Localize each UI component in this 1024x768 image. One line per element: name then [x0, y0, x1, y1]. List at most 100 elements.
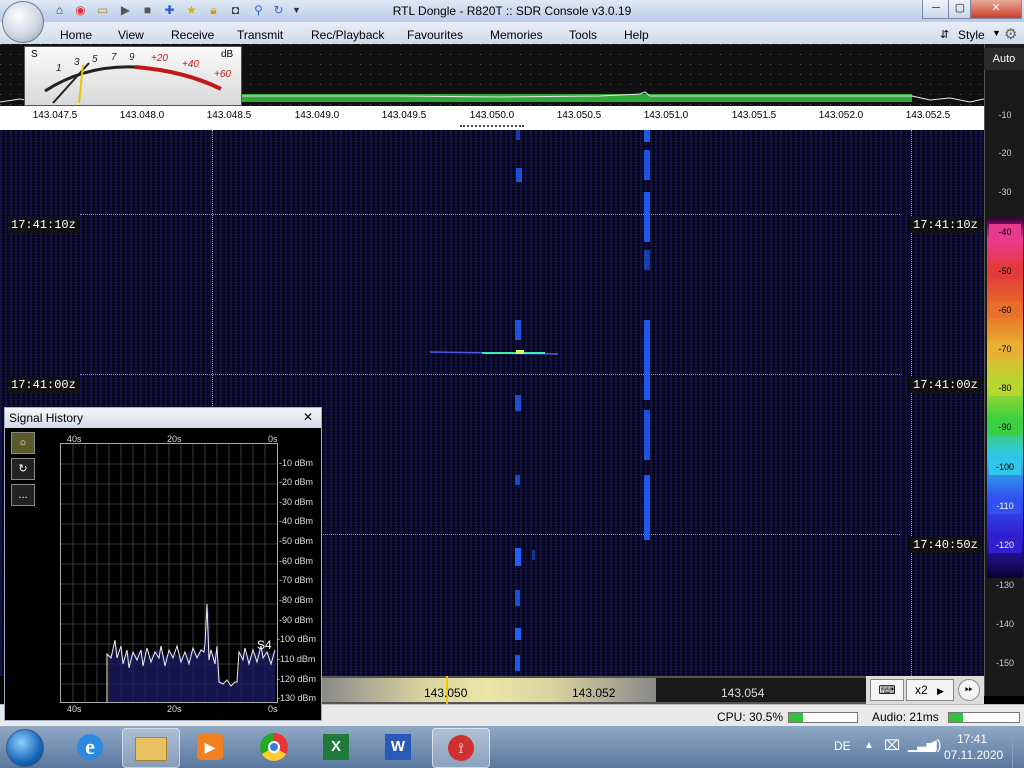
- sh-db-label: -90 dBm: [279, 615, 314, 625]
- style-menu[interactable]: Style: [958, 28, 985, 42]
- freq-tick: 143.051.0: [643, 110, 689, 121]
- tray-expand-icon[interactable]: ▲: [864, 740, 874, 751]
- minimize-button[interactable]: ─: [922, 0, 950, 19]
- show-desktop-button[interactable]: [1012, 726, 1024, 768]
- dropdown-icon[interactable]: ▼: [289, 3, 304, 18]
- app-menu-orb[interactable]: [2, 1, 44, 43]
- folder-icon[interactable]: ▭: [95, 3, 110, 18]
- fast-forward-icon[interactable]: ⏩︎: [958, 679, 980, 701]
- sh-db-label: -10 dBm: [279, 458, 314, 468]
- sh-db-label: -50 dBm: [279, 536, 314, 546]
- sh-db-label: -110 dBm: [277, 654, 316, 664]
- sh-db-label: -40 dBm: [279, 516, 314, 526]
- signal-history-chart: S4: [60, 443, 278, 703]
- file-explorer-icon[interactable]: [122, 728, 180, 768]
- signal-history-close-button[interactable]: ✕: [303, 410, 313, 424]
- media-player-icon[interactable]: ▶: [182, 728, 238, 766]
- play-icon: ▶: [937, 686, 944, 696]
- start-button[interactable]: [6, 729, 44, 767]
- freq-tick: 143.048.5: [206, 110, 252, 121]
- menu-favourites[interactable]: Favourites: [407, 28, 463, 42]
- internet-explorer-icon[interactable]: e: [62, 728, 118, 766]
- sh-db-label: -80 dBm: [279, 595, 314, 605]
- db-scale-panel[interactable]: -10 -20 -30 -40 -50 -60 -70 -80 -90 -100…: [984, 44, 1024, 696]
- menu-home[interactable]: Home: [60, 28, 92, 42]
- s-scale-3: 3: [74, 57, 80, 68]
- signal-history-title: Signal History: [9, 411, 84, 425]
- clock-date[interactable]: 07.11.2020: [944, 748, 1003, 762]
- sh-time-label: 0s: [268, 704, 278, 714]
- loop-icon[interactable]: ↻: [271, 3, 286, 18]
- cpu-meter: [788, 712, 858, 723]
- sh-db-label: -100 dBm: [277, 634, 317, 644]
- gear-icon[interactable]: ⚙: [1004, 25, 1017, 43]
- db-chip: -100: [989, 459, 1021, 475]
- menu-tools[interactable]: Tools: [569, 28, 597, 42]
- stop-icon[interactable]: ■: [140, 3, 155, 18]
- freq-tick: 143.052.5: [905, 110, 951, 121]
- freq-tick: 143.050.5: [556, 110, 602, 121]
- menu-receive[interactable]: Receive: [171, 28, 214, 42]
- lock-icon[interactable]: 🔒︎: [206, 3, 221, 18]
- close-button[interactable]: ✕: [970, 0, 1022, 19]
- lifebuoy-icon[interactable]: ◉: [73, 3, 88, 18]
- db-chip: -60: [989, 302, 1021, 318]
- signal-history-plot: [61, 444, 277, 702]
- zoom-button[interactable]: x2 ▶: [906, 679, 954, 701]
- db-chip: -110: [989, 498, 1021, 514]
- s-meter: S dB 1 3 5 7 9 +20 +40 +60: [24, 46, 242, 106]
- freq-tick: 143.052.0: [818, 110, 864, 121]
- freq-tick: 143.048.0: [119, 110, 165, 121]
- star-icon[interactable]: ★: [184, 3, 199, 18]
- menu-transmit[interactable]: Transmit: [237, 28, 283, 42]
- sh-db-label: -30 dBm: [279, 497, 314, 507]
- maximize-button[interactable]: ▢: [948, 0, 972, 19]
- auto-scale-button[interactable]: Auto: [984, 48, 1024, 70]
- vfo-freq-label: 143.050: [424, 686, 468, 700]
- s-unit-reading: S4: [257, 638, 272, 652]
- home-icon[interactable]: ⌂: [52, 3, 67, 18]
- audio-label: Audio: 21ms: [872, 710, 939, 724]
- audio-meter: [948, 712, 1020, 723]
- menu-memories[interactable]: Memories: [490, 28, 543, 42]
- db-chip: -80: [989, 380, 1021, 396]
- speaker-icon[interactable]: ◀): [926, 736, 941, 753]
- sh-db-label: -70 dBm: [279, 575, 314, 585]
- db-tick: -20: [998, 148, 1012, 158]
- freq-tick: 143.049.5: [381, 110, 427, 121]
- chrome-icon[interactable]: [246, 728, 302, 766]
- clock-time[interactable]: 17:41: [957, 732, 987, 746]
- word-icon[interactable]: W: [370, 728, 426, 766]
- menu-help[interactable]: Help: [624, 28, 649, 42]
- signal-history-more-button[interactable]: ...: [11, 484, 35, 506]
- style-dropdown-icon[interactable]: ▼: [992, 28, 1001, 38]
- db-scale-60: +60: [214, 69, 231, 80]
- menu-view[interactable]: View: [118, 28, 144, 42]
- signal-history-panel: Signal History ✕ ○ ↻ ... 40s 20s 0s S4 -…: [4, 407, 322, 721]
- play-icon[interactable]: ▶: [118, 3, 133, 18]
- camera-icon[interactable]: ◘: [228, 3, 243, 18]
- network-icon[interactable]: ⌧: [884, 737, 900, 754]
- freq-tick: 143.049.0: [294, 110, 340, 121]
- vfo-frequency-bar[interactable]: 143.050 143.052 143.054 ⌨ x2 ▶ ⏩︎: [320, 676, 984, 704]
- language-indicator[interactable]: DE: [834, 739, 851, 753]
- splitter-grip[interactable]: [460, 125, 524, 129]
- db-tick: -150: [995, 658, 1014, 668]
- bottle-icon[interactable]: ⚲: [251, 3, 266, 18]
- sdr-console-icon[interactable]: ⟟: [432, 728, 490, 768]
- plus-icon[interactable]: ✚: [162, 3, 177, 18]
- vfo-freq-label: 143.054: [721, 686, 765, 700]
- keyboard-icon[interactable]: ⌨: [870, 679, 904, 701]
- db-chip: -70: [989, 341, 1021, 357]
- s-scale-9: 9: [129, 52, 135, 63]
- signal-history-record-button[interactable]: ○: [11, 432, 35, 454]
- signal-history-titlebar[interactable]: Signal History ✕: [5, 408, 321, 428]
- cpu-label: CPU: 30.5%: [717, 710, 784, 724]
- title-bar: RTL Dongle - R820T :: SDR Console v3.0.1…: [0, 0, 1024, 22]
- frequency-scale[interactable]: 143.047.5 143.048.0 143.048.5 143.049.0 …: [0, 106, 984, 125]
- excel-icon[interactable]: X: [308, 728, 364, 766]
- db-chip: -120: [989, 537, 1021, 553]
- menu-rec-playback[interactable]: Rec/Playback: [311, 28, 384, 42]
- db-tick: -10: [998, 110, 1012, 120]
- signal-history-reset-button[interactable]: ↻: [11, 458, 35, 480]
